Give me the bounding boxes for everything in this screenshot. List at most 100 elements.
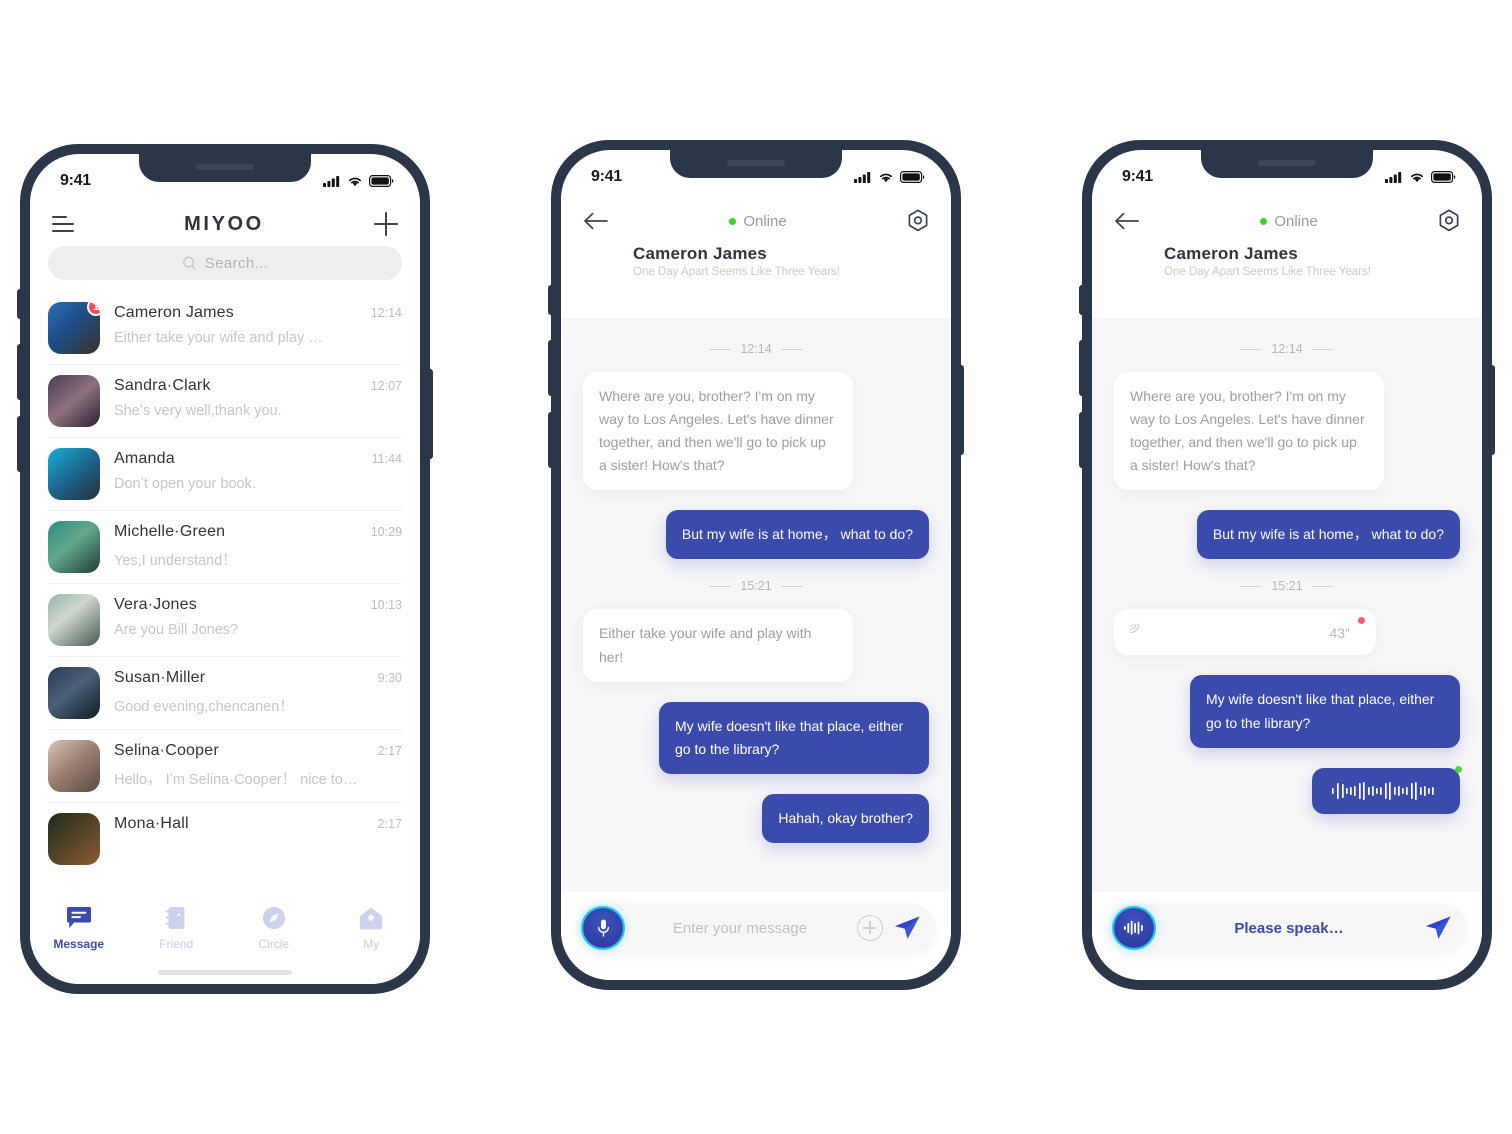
power-button[interactable] xyxy=(428,369,433,459)
status-indicators xyxy=(323,175,394,187)
volume-up-button[interactable] xyxy=(17,344,22,400)
voice-message-bubble[interactable] xyxy=(1312,765,1462,814)
avatar[interactable] xyxy=(48,375,100,427)
avatar-image xyxy=(48,448,100,500)
message-bubble[interactable]: But my wife is at home， what to do? xyxy=(1196,510,1460,560)
list-item-meta: Sandra·Clark 12:07 Sheʼs very well,thank… xyxy=(114,375,402,419)
message-bubble[interactable]: My wife doesn't like that place, either … xyxy=(1190,675,1460,748)
battery-icon xyxy=(1431,171,1456,183)
plus-icon[interactable] xyxy=(373,212,398,236)
audio-waveform-icon xyxy=(1124,920,1143,935)
message-time: 9:30 xyxy=(377,671,402,685)
list-item[interactable]: Mona·Hall 2:17 xyxy=(48,803,402,875)
notch xyxy=(1201,150,1373,178)
settings-hex-icon[interactable] xyxy=(907,209,929,233)
voice-input-bar[interactable]: Please speak… xyxy=(1108,904,1466,952)
avatar[interactable] xyxy=(48,667,100,719)
message-preview: Good evening,chencanen！ xyxy=(114,699,294,715)
chat-header: Online Cameron James One Day Apart Seems… xyxy=(1092,196,1482,290)
list-item[interactable]: Amanda 11:44 Donʼt open your book. xyxy=(48,438,402,511)
tab-friend[interactable]: Friend xyxy=(128,906,226,951)
list-item-meta: Michelle·Green 10:29 Yes,I understand！ xyxy=(114,521,402,570)
volume-down-button[interactable] xyxy=(548,412,553,468)
message-bubble[interactable]: Where are you, brother? I'm on my way to… xyxy=(1114,372,1384,491)
list-item[interactable]: Selina·Cooper 2:17 Hello， Iʼm Selina·Coo… xyxy=(48,730,402,803)
chat-message-area[interactable]: 12:14 Where are you, brother? I'm on my … xyxy=(561,318,951,892)
list-item-meta: Mona·Hall 2:17 xyxy=(114,813,402,841)
chat-message-area[interactable]: 12:14 Where are you, brother? I'm on my … xyxy=(1092,318,1482,892)
message-time: 12:14 xyxy=(370,306,402,320)
peer-info[interactable]: Cameron James One Day Apart Seems Like T… xyxy=(1114,242,1460,280)
separator-line xyxy=(1240,585,1263,587)
volume-up-button[interactable] xyxy=(1079,340,1084,396)
volume-down-button[interactable] xyxy=(17,416,22,472)
avatar[interactable] xyxy=(48,594,100,646)
list-item[interactable]: Vera·Jones 10:13 Are you Bill Jones? xyxy=(48,584,402,657)
message-input-placeholder[interactable]: Enter your message xyxy=(633,920,847,937)
input-dock: Enter your message xyxy=(561,892,951,980)
sound-wave-icon xyxy=(1129,623,1140,634)
tab-message[interactable]: Message xyxy=(30,906,128,951)
voice-input-prompt[interactable]: Please speak… xyxy=(1164,920,1414,937)
avatar[interactable] xyxy=(48,448,100,500)
plus-circle-icon[interactable] xyxy=(857,915,883,941)
list-item[interactable]: 1 Cameron James 12:14 Either take your w… xyxy=(48,292,402,365)
mute-switch[interactable] xyxy=(17,289,22,319)
status-time: 9:41 xyxy=(60,172,91,189)
avatar[interactable] xyxy=(583,242,621,280)
separator-line xyxy=(780,348,803,350)
playing-dot xyxy=(1455,765,1462,773)
input-dock: Please speak… xyxy=(1092,892,1482,980)
contact-name: Mona·Hall xyxy=(114,815,189,832)
notch xyxy=(670,150,842,178)
power-button[interactable] xyxy=(959,365,964,455)
peer-info[interactable]: Cameron James One Day Apart Seems Like T… xyxy=(583,242,929,280)
online-dot-icon xyxy=(729,217,737,225)
list-item-meta: Amanda 11:44 Donʼt open your book. xyxy=(114,448,402,492)
volume-down-button[interactable] xyxy=(1079,412,1084,468)
voice-message-bubble[interactable]: 43″ xyxy=(1114,609,1376,656)
mute-switch[interactable] xyxy=(548,285,553,315)
message-time: 12:07 xyxy=(370,379,402,393)
voice-duration: 43″ xyxy=(1329,625,1350,642)
message-bubble[interactable]: Either take your wife and play with her! xyxy=(583,609,853,682)
volume-up-button[interactable] xyxy=(548,340,553,396)
message-time: 10:29 xyxy=(370,525,402,539)
contact-name: Michelle·Green xyxy=(114,523,226,540)
tab-my[interactable]: My xyxy=(323,906,421,951)
list-item-meta: Vera·Jones 10:13 Are you Bill Jones? xyxy=(114,594,402,638)
peer-name: Cameron James xyxy=(633,244,767,263)
list-item[interactable]: Sandra·Clark 12:07 Sheʼs very well,thank… xyxy=(48,365,402,438)
back-arrow-icon[interactable] xyxy=(583,211,609,231)
message-input-bar[interactable]: Enter your message xyxy=(577,904,935,952)
avatar[interactable] xyxy=(48,813,100,865)
message-bubble[interactable]: My wife doesn't like that place, either … xyxy=(659,701,929,774)
avatar[interactable] xyxy=(1114,242,1152,280)
avatar[interactable]: 1 xyxy=(48,302,100,354)
message-bubble[interactable]: But my wife is at home， what to do? xyxy=(665,510,929,560)
tab-circle[interactable]: Circle xyxy=(225,906,323,951)
send-button[interactable] xyxy=(893,915,921,941)
search-input[interactable]: Search... xyxy=(48,246,402,280)
microphone-button[interactable] xyxy=(583,908,623,948)
list-item[interactable]: Susan·Miller 9:30 Good evening,chencanen… xyxy=(48,657,402,730)
message-icon xyxy=(66,907,91,928)
settings-hex-icon[interactable] xyxy=(1438,209,1460,233)
list-header: MIYOO xyxy=(30,200,420,246)
message-bubble[interactable]: Hahah, okay brother? xyxy=(762,793,929,843)
voice-record-button[interactable] xyxy=(1114,908,1154,948)
send-button[interactable] xyxy=(1424,915,1452,941)
avatar[interactable] xyxy=(48,740,100,792)
message-bubble[interactable]: Where are you, brother? I'm on my way to… xyxy=(583,372,853,491)
avatar[interactable] xyxy=(48,521,100,573)
message-preview: Donʼt open your book. xyxy=(114,476,256,492)
status-indicators xyxy=(854,171,925,183)
wifi-icon xyxy=(880,173,892,183)
list-item[interactable]: Michelle·Green 10:29 Yes,I understand！ xyxy=(48,511,402,584)
power-button[interactable] xyxy=(1490,365,1495,455)
chat-list[interactable]: 1 Cameron James 12:14 Either take your w… xyxy=(30,292,420,875)
chat-header: Online Cameron James One Day Apart Seems… xyxy=(561,196,951,290)
back-arrow-icon[interactable] xyxy=(1114,211,1140,231)
mute-switch[interactable] xyxy=(1079,285,1084,315)
hamburger-icon[interactable] xyxy=(52,215,74,233)
